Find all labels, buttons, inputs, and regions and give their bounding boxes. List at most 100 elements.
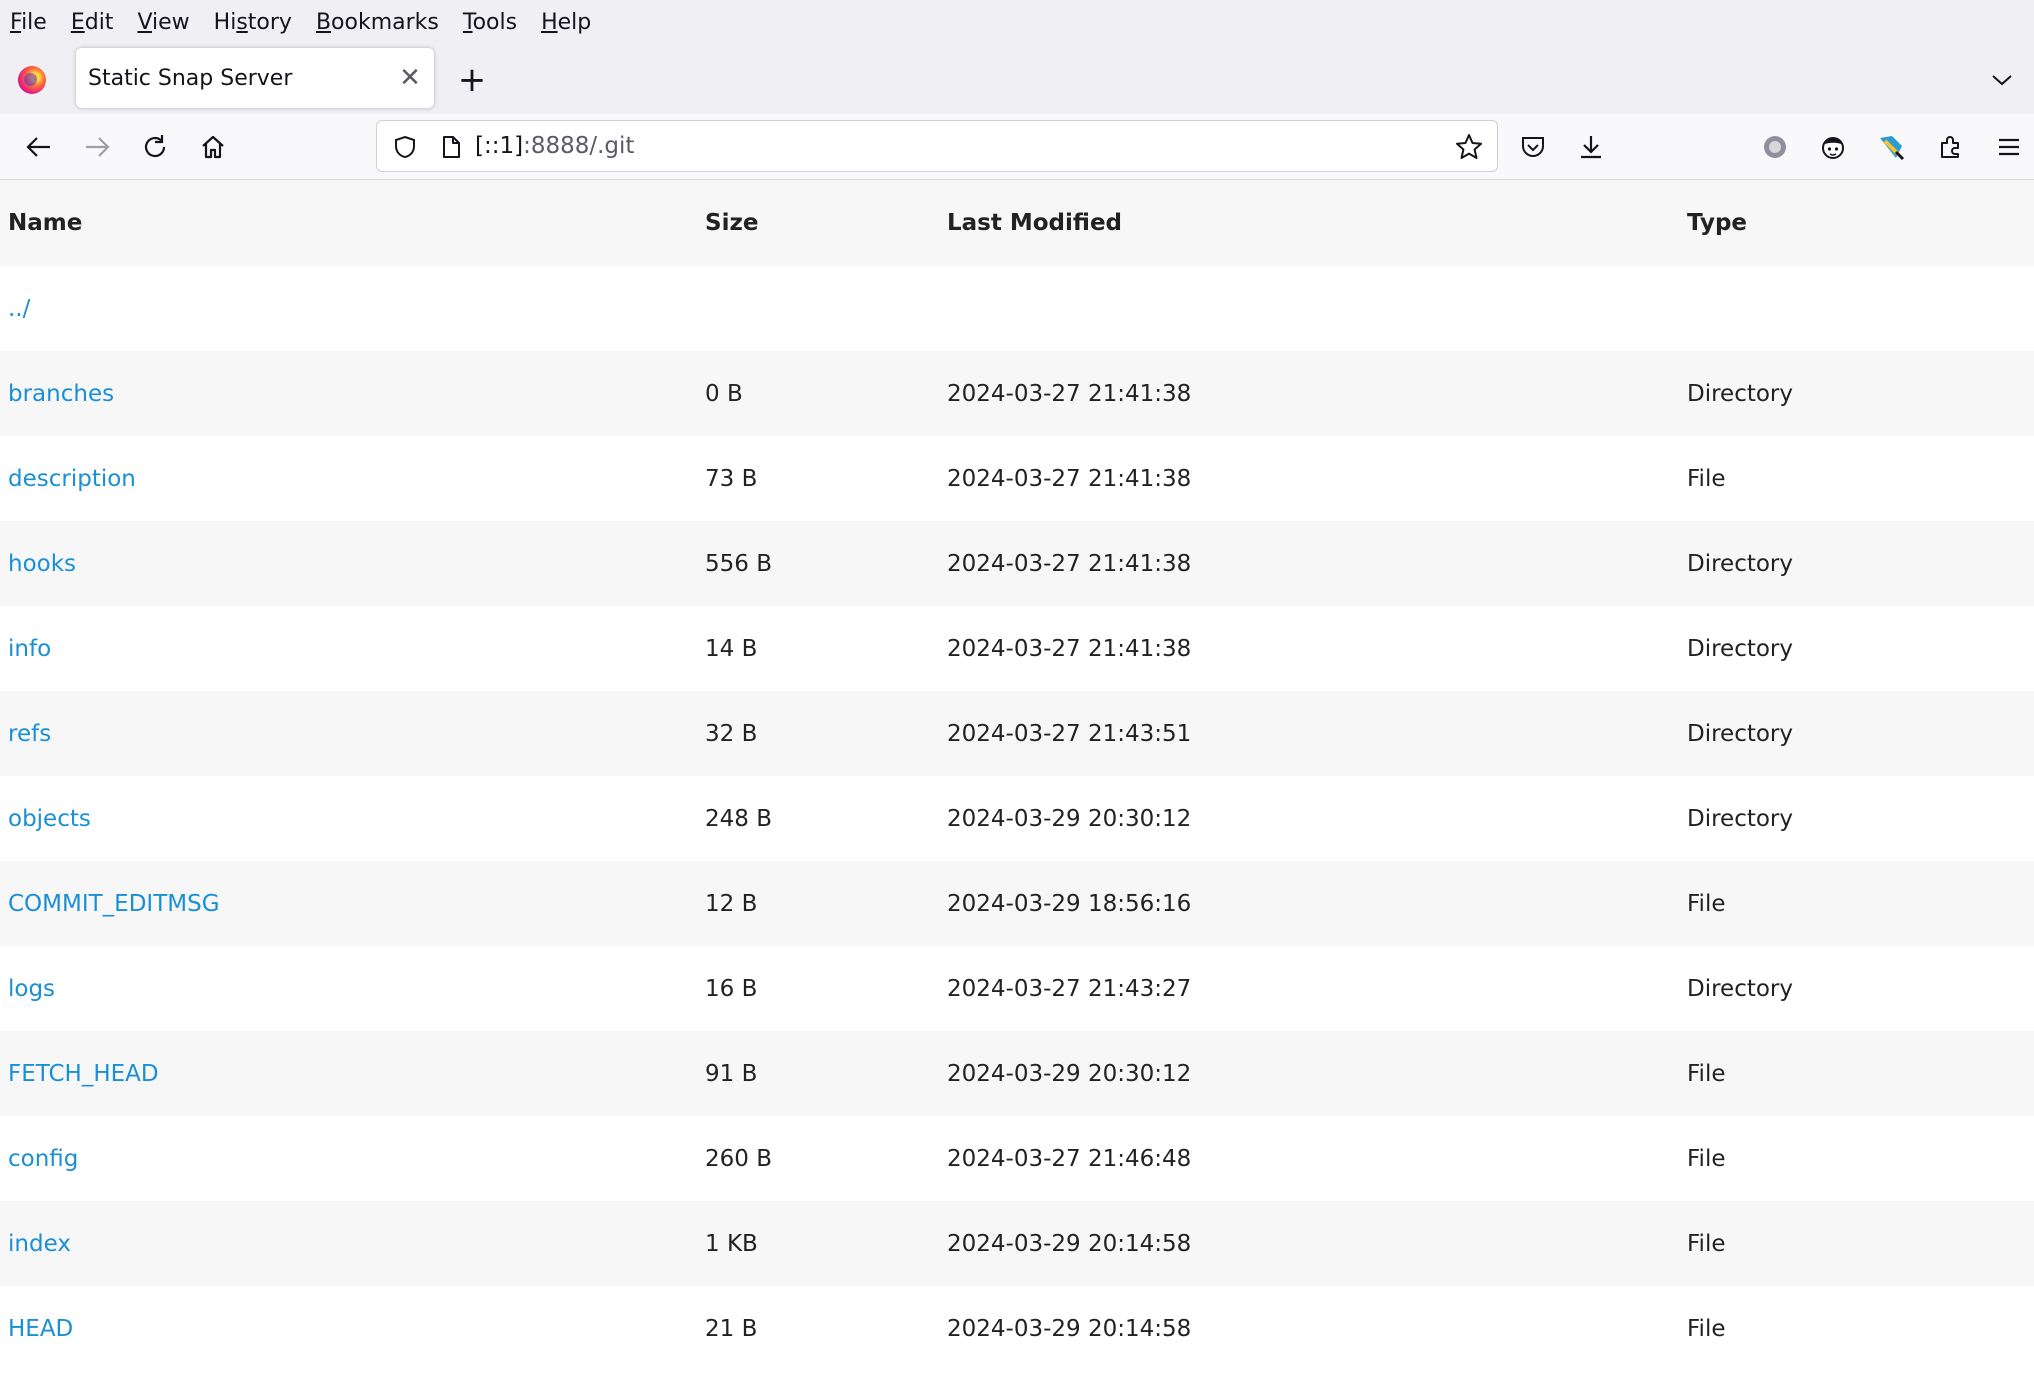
table-row: FETCH_HEAD 91 B 2024-03-29 20:30:12 File — [0, 1031, 2034, 1116]
extension-pen-icon[interactable] — [1870, 126, 1912, 168]
header-size[interactable]: Size — [705, 180, 758, 266]
menu-history[interactable]: History — [214, 10, 292, 35]
modified-cell: 2024-03-29 20:30:12 — [947, 1060, 1192, 1087]
type-cell: File — [1687, 1060, 1726, 1087]
file-link[interactable]: HEAD — [8, 1316, 73, 1342]
file-link[interactable]: description — [8, 466, 136, 492]
header-last-modified[interactable]: Last Modified — [947, 180, 1122, 266]
list-all-tabs-chevron-down-icon[interactable] — [1984, 62, 2020, 98]
table-row: description 73 B 2024-03-27 21:41:38 File — [0, 436, 2034, 521]
tab-strip: Static Snap Server ✕ + — [0, 44, 2034, 114]
size-cell: 248 B — [705, 805, 772, 832]
size-cell: 1 KB — [705, 1230, 758, 1257]
menu-edit[interactable]: Edit — [71, 10, 114, 35]
type-cell: File — [1687, 1145, 1726, 1172]
file-link[interactable]: refs — [8, 721, 51, 747]
type-cell: Directory — [1687, 805, 1794, 832]
menu-tools[interactable]: Tools — [463, 10, 517, 35]
shield-icon[interactable] — [387, 129, 423, 165]
file-link[interactable]: index — [8, 1231, 71, 1257]
name-cell: objects — [8, 776, 91, 861]
table-body: ../ branches 0 B 2024-03-27 21:41:38 Directo… — [0, 266, 2034, 1371]
table-row: hooks 556 B 2024-03-27 21:41:38 Directory — [0, 521, 2034, 606]
table-row: logs 16 B 2024-03-27 21:43:27 Directory — [0, 946, 2034, 1031]
url-host: [::1] — [475, 133, 524, 159]
name-cell: description — [8, 436, 136, 521]
type-cell: File — [1687, 1230, 1726, 1257]
home-icon[interactable] — [192, 126, 234, 168]
type-cell: Directory — [1687, 635, 1794, 662]
size-cell: 0 B — [705, 380, 743, 407]
new-tab-button[interactable]: + — [452, 60, 492, 100]
bookmark-star-icon[interactable] — [1451, 129, 1487, 165]
type-cell: File — [1687, 465, 1726, 492]
table-row: COMMIT_EDITMSG 12 B 2024-03-29 18:56:16 Fil… — [0, 861, 2034, 946]
menu-help[interactable]: Help — [541, 10, 591, 35]
file-link[interactable]: logs — [8, 976, 55, 1002]
address-bar[interactable]: [::1]:8888/.git — [376, 120, 1498, 172]
extension-circle-icon[interactable] — [1754, 126, 1796, 168]
tab-close-icon[interactable]: ✕ — [390, 58, 430, 98]
modified-cell: 2024-03-27 21:41:38 — [947, 635, 1192, 662]
type-cell: Directory — [1687, 550, 1794, 577]
navigation-toolbar: [::1]:8888/.git — [0, 114, 2034, 180]
size-cell: 556 B — [705, 550, 772, 577]
file-link[interactable]: objects — [8, 806, 91, 832]
url-text[interactable]: [::1]:8888/.git — [475, 133, 634, 159]
modified-cell: 2024-03-27 21:41:38 — [947, 465, 1192, 492]
name-cell: logs — [8, 946, 55, 1031]
pocket-icon[interactable] — [1512, 126, 1554, 168]
file-link[interactable]: FETCH_HEAD — [8, 1061, 159, 1087]
table-header-row: Name Size Last Modified Type — [0, 180, 2034, 266]
modified-cell: 2024-03-29 20:30:12 — [947, 805, 1192, 832]
size-cell: 32 B — [705, 720, 758, 747]
name-cell: config — [8, 1116, 78, 1201]
modified-cell: 2024-03-29 20:14:58 — [947, 1230, 1192, 1257]
url-path: :8888/.git — [523, 133, 635, 159]
header-name[interactable]: Name — [8, 180, 82, 266]
tab-static-snap-server[interactable]: Static Snap Server ✕ — [76, 48, 434, 108]
size-cell: 21 B — [705, 1315, 758, 1342]
table-row: refs 32 B 2024-03-27 21:43:51 Directory — [0, 691, 2034, 776]
modified-cell: 2024-03-27 21:43:51 — [947, 720, 1192, 747]
back-arrow-icon[interactable] — [18, 126, 60, 168]
reload-icon[interactable] — [134, 126, 176, 168]
file-link[interactable]: branches — [8, 381, 114, 407]
tab-title: Static Snap Server — [88, 65, 293, 91]
modified-cell: 2024-03-27 21:46:48 — [947, 1145, 1192, 1172]
menu-view[interactable]: View — [137, 10, 189, 35]
file-link[interactable]: config — [8, 1146, 78, 1172]
name-cell: COMMIT_EDITMSG — [8, 861, 220, 946]
forward-arrow-icon[interactable] — [76, 126, 118, 168]
header-type[interactable]: Type — [1687, 180, 1747, 266]
file-link[interactable]: info — [8, 636, 51, 662]
type-cell: File — [1687, 1315, 1726, 1342]
name-cell: index — [8, 1201, 71, 1286]
hamburger-menu-icon[interactable] — [1988, 126, 2030, 168]
table-row: objects 248 B 2024-03-29 20:30:12 Directory — [0, 776, 2034, 861]
type-cell: File — [1687, 890, 1726, 917]
table-row: config 260 B 2024-03-27 21:46:48 File — [0, 1116, 2034, 1201]
file-link[interactable]: COMMIT_EDITMSG — [8, 891, 220, 917]
modified-cell: 2024-03-27 21:41:38 — [947, 550, 1192, 577]
extension-face-icon[interactable] — [1812, 126, 1854, 168]
size-cell: 14 B — [705, 635, 758, 662]
type-cell: Directory — [1687, 720, 1794, 747]
modified-cell: 2024-03-29 20:14:58 — [947, 1315, 1192, 1342]
downloads-icon[interactable] — [1570, 126, 1612, 168]
size-cell: 73 B — [705, 465, 758, 492]
menu-bar: File Edit View History Bookmarks Tools H… — [0, 0, 2034, 44]
table-row: info 14 B 2024-03-27 21:41:38 Directory — [0, 606, 2034, 691]
page-info-icon[interactable] — [433, 129, 469, 165]
menu-bookmarks[interactable]: Bookmarks — [316, 10, 439, 35]
name-cell: branches — [8, 351, 114, 436]
extensions-puzzle-icon[interactable] — [1930, 126, 1972, 168]
table-row: ../ — [0, 266, 2034, 351]
file-link[interactable]: ../ — [8, 296, 30, 322]
name-cell: hooks — [8, 521, 76, 606]
size-cell: 91 B — [705, 1060, 758, 1087]
modified-cell: 2024-03-29 18:56:16 — [947, 890, 1192, 917]
directory-listing-table: Name Size Last Modified Type ../ branches… — [0, 180, 2034, 1371]
file-link[interactable]: hooks — [8, 551, 76, 577]
menu-file[interactable]: File — [10, 10, 47, 35]
